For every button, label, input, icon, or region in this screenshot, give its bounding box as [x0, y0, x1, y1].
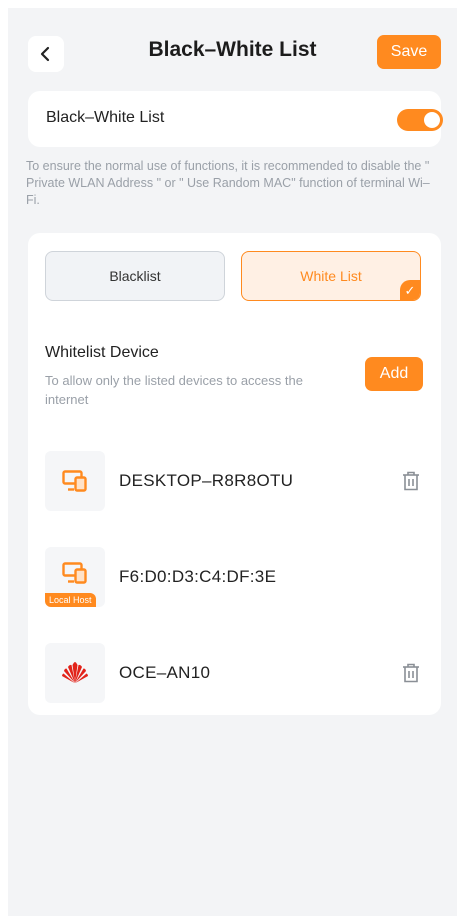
trash-icon — [403, 663, 419, 683]
device-name: DESKTOP–R8R8OTU — [119, 471, 294, 490]
notice-text: To ensure the normal use of functions, i… — [26, 159, 430, 207]
device-row: OCE–AN10 — [45, 643, 425, 705]
whitelist-device-title: Whitelist Device — [45, 344, 159, 361]
device-name: F6:D0:D3:C4:DF:3E — [119, 567, 277, 586]
device-icon-box — [45, 643, 105, 703]
toggle-label: Black–White List — [46, 109, 165, 126]
huawei-logo-icon — [62, 662, 88, 683]
tab-white-list[interactable]: White List ✓ — [241, 251, 421, 301]
device-row: DESKTOP–R8R8OTU — [45, 451, 425, 513]
whitelist-description: To allow only the listed devices to acce… — [45, 373, 303, 407]
device-icon-box: Local Host — [45, 547, 105, 607]
delete-button[interactable] — [400, 470, 422, 492]
add-device-button[interactable]: Add — [365, 357, 423, 391]
computer-icon — [62, 470, 87, 492]
black-white-list-toggle-row: Black–White List — [28, 91, 443, 147]
local-host-badge: Local Host — [45, 593, 96, 607]
black-white-list-switch[interactable] — [397, 109, 443, 131]
device-icon-box — [45, 451, 105, 511]
delete-button[interactable] — [400, 662, 422, 684]
computer-icon — [62, 562, 87, 584]
checkmark-icon: ✓ — [400, 280, 420, 300]
tab-blacklist-label: Blacklist — [109, 268, 161, 284]
device-row: Local Host F6:D0:D3:C4:DF:3E — [45, 547, 425, 609]
tab-blacklist[interactable]: Blacklist — [45, 251, 225, 301]
save-button[interactable]: Save — [377, 35, 441, 69]
device-name: OCE–AN10 — [119, 663, 211, 682]
switch-knob — [424, 112, 440, 128]
trash-icon — [403, 471, 419, 491]
list-card: Blacklist White List ✓ Whitelist Device … — [28, 233, 441, 715]
screen: Black–White List Save Black–White List T… — [8, 8, 457, 916]
tab-white-list-label: White List — [300, 268, 362, 284]
